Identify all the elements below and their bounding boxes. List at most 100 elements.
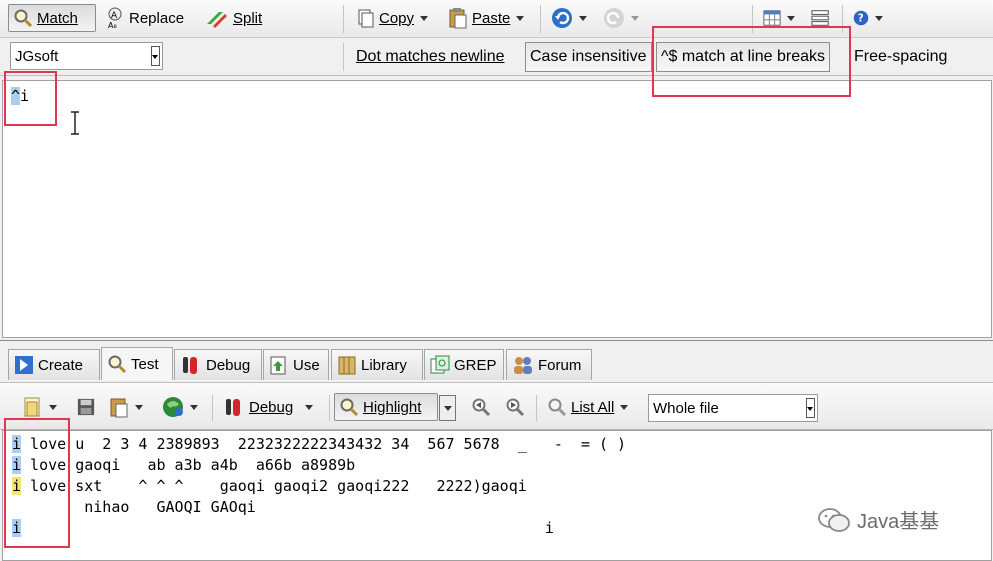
users-icon xyxy=(514,357,532,374)
layout-icon xyxy=(811,10,829,26)
tab-create-label: Create xyxy=(38,356,84,374)
web-button[interactable] xyxy=(157,393,207,421)
grid-icon xyxy=(763,10,781,26)
case-insensitive-toggle[interactable]: Case insensitive xyxy=(525,42,652,72)
separator xyxy=(329,395,330,421)
regex-editor[interactable]: ^i xyxy=(2,80,992,338)
open-file-icon xyxy=(24,397,40,417)
create-icon xyxy=(15,356,33,374)
magnifier-icon xyxy=(108,355,127,374)
chevron-down-icon xyxy=(135,404,143,410)
tab-debug[interactable]: Debug xyxy=(174,349,262,380)
chevron-down-icon xyxy=(420,15,429,21)
line-breaks-label: ^$ match at line breaks xyxy=(661,48,826,65)
debug-button[interactable]: Debug xyxy=(218,393,324,421)
debug-label: Debug xyxy=(249,398,294,416)
free-spacing-label: Free-spacing xyxy=(854,48,948,65)
chevron-down-icon[interactable] xyxy=(151,46,160,66)
test-subject-editor[interactable]: i love u 2 3 4 2389893 2232322222343432 … xyxy=(2,430,992,561)
test-line: i love gaoqi ab a3b a4b a66b a8989b xyxy=(12,455,355,476)
zoom-previous-icon xyxy=(472,398,491,417)
list-all-button[interactable]: List All xyxy=(542,393,638,421)
test-toolbar: Debug Highlight List All Whole file xyxy=(0,382,993,430)
chevron-down-icon xyxy=(787,15,795,21)
dot-newline-toggle[interactable]: Dot matches newline xyxy=(351,42,510,72)
tab-forum-label: Forum xyxy=(538,356,582,374)
flavor-select[interactable]: JGsoft xyxy=(10,42,163,70)
chevron-down-icon xyxy=(579,15,587,21)
watermark-text: Java基基 xyxy=(857,511,940,533)
magnifier-icon xyxy=(14,9,33,28)
match-button[interactable]: Match xyxy=(8,4,96,32)
undo-icon xyxy=(552,8,572,28)
tab-grep[interactable]: GREP xyxy=(424,349,504,380)
replace-button[interactable]: A A₈ Replace xyxy=(100,4,196,32)
chevron-down-icon xyxy=(305,404,314,410)
save-button[interactable] xyxy=(72,393,100,421)
main-toolbar: Match A A₈ Replace Split Copy Paste ? xyxy=(0,0,993,38)
tab-debug-label: Debug xyxy=(206,356,251,374)
scope-value: Whole file xyxy=(653,399,719,417)
tab-bar: Create Test Debug Use Library GREP Forum xyxy=(0,340,993,380)
scope-select[interactable]: Whole file xyxy=(648,394,818,422)
line-text: love sxt ^ ^ ^ gaoqi gaoqi2 gaoqi222 222… xyxy=(21,477,527,495)
paste-button[interactable]: Paste xyxy=(443,4,533,32)
match-highlight: i xyxy=(12,435,22,453)
grid-view-button[interactable] xyxy=(758,4,800,32)
line-text: i xyxy=(12,519,554,537)
next-match-button[interactable] xyxy=(500,393,530,421)
redo-button[interactable] xyxy=(598,4,648,32)
previous-match-button[interactable] xyxy=(466,393,496,421)
separator xyxy=(343,43,344,71)
separator xyxy=(540,5,541,33)
match-highlight-current: i xyxy=(12,477,22,495)
undo-button[interactable] xyxy=(546,4,594,32)
paste-icon xyxy=(110,398,128,418)
copy-icon xyxy=(358,9,374,28)
library-icon xyxy=(338,356,356,375)
tab-test[interactable]: Test xyxy=(101,347,173,380)
redo-icon xyxy=(604,8,624,28)
tab-library[interactable]: Library xyxy=(331,349,423,380)
tab-use[interactable]: Use xyxy=(263,349,329,380)
separator xyxy=(212,395,213,421)
test-line: i love sxt ^ ^ ^ gaoqi gaoqi2 gaoqi222 2… xyxy=(12,476,527,497)
case-insensitive-label: Case insensitive xyxy=(530,48,647,65)
help-button[interactable]: ? xyxy=(848,4,888,32)
line-text: love gaoqi ab a3b a4b a66b a8989b xyxy=(21,456,356,474)
test-line: nihao GAOQI GAOqi xyxy=(12,497,256,518)
flavor-value: JGsoft xyxy=(15,47,59,65)
highlight-button[interactable]: Highlight xyxy=(334,393,438,421)
paste-test-button[interactable] xyxy=(104,393,152,421)
open-file-button[interactable] xyxy=(18,393,66,421)
chevron-down-icon xyxy=(190,404,198,410)
highlight-label: Highlight xyxy=(363,398,422,416)
test-line: i love u 2 3 4 2389893 2232322222343432 … xyxy=(12,434,626,455)
free-spacing-toggle[interactable]: Free-spacing xyxy=(849,42,952,72)
line-breaks-toggle[interactable]: ^$ match at line breaks xyxy=(656,42,831,72)
split-label: Split xyxy=(233,9,263,27)
layout-button[interactable] xyxy=(806,4,836,32)
paste-label: Paste xyxy=(472,9,511,27)
replace-label: Replace xyxy=(129,9,185,27)
magnifier-icon xyxy=(340,398,359,417)
chevron-down-icon xyxy=(49,404,57,410)
help-icon: ? xyxy=(853,10,869,26)
copy-label: Copy xyxy=(379,9,415,27)
copy-button[interactable]: Copy xyxy=(352,4,438,32)
chevron-down-icon[interactable] xyxy=(806,398,815,418)
regex-text: ^i xyxy=(11,87,29,105)
separator xyxy=(842,5,843,33)
line-text: nihao GAOQI GAOqi xyxy=(12,498,256,516)
match-label: Match xyxy=(37,9,78,27)
tab-forum[interactable]: Forum xyxy=(506,349,592,380)
tab-test-label: Test xyxy=(131,355,159,373)
highlight-dropdown[interactable] xyxy=(439,395,456,421)
svg-text:?: ? xyxy=(858,14,864,25)
tab-create[interactable]: Create xyxy=(8,349,100,380)
dot-newline-label: Dot matches newline xyxy=(356,48,505,65)
zoom-next-icon xyxy=(506,398,525,417)
tab-use-label: Use xyxy=(293,356,320,374)
split-button[interactable]: Split xyxy=(200,4,270,32)
chevron-down-icon xyxy=(631,15,639,21)
